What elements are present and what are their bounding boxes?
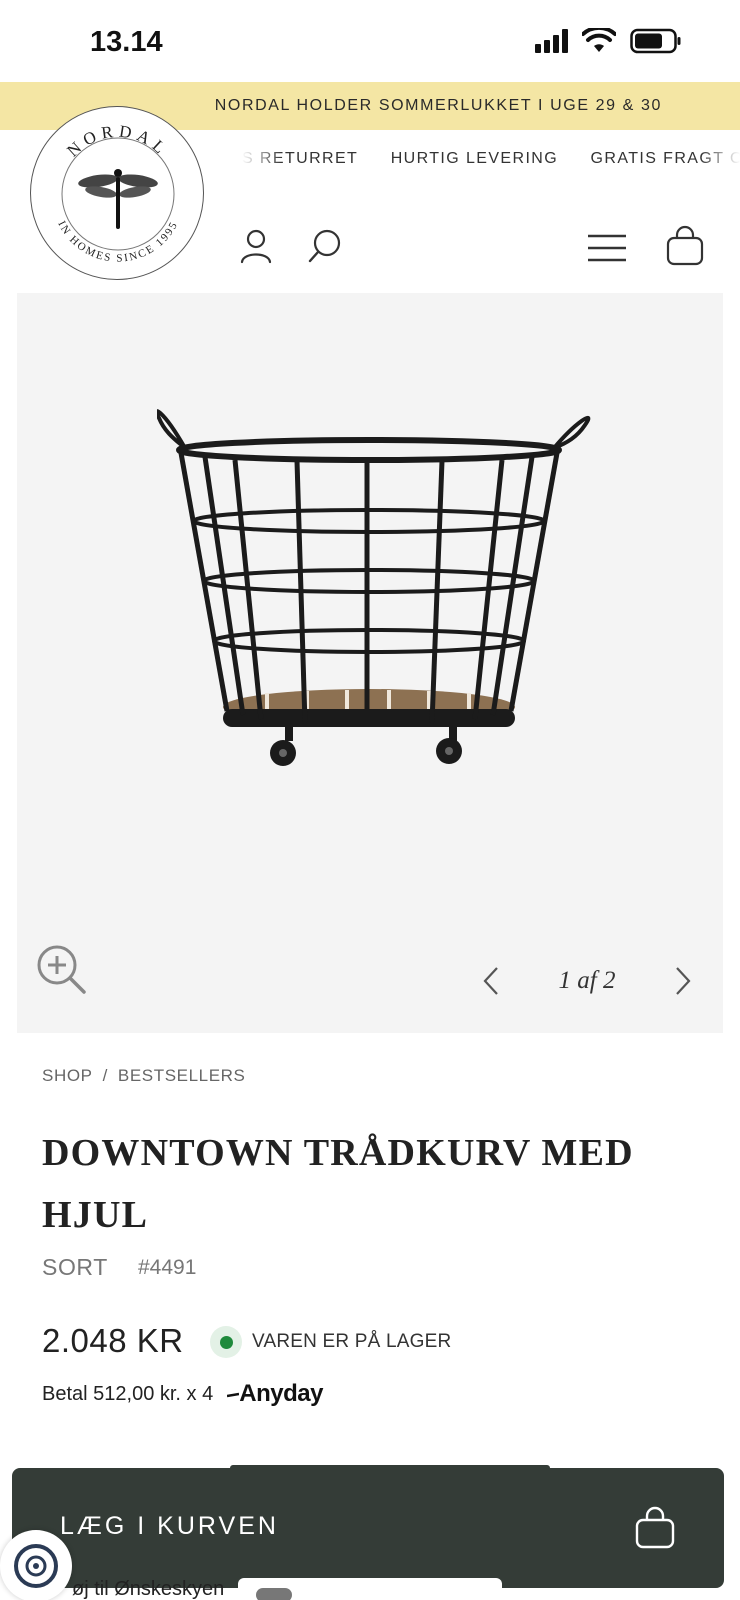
menu-icon[interactable]: [586, 230, 628, 266]
product-sku: #4491: [138, 1256, 197, 1279]
stock-status: VAREN ER PÅ LAGER: [210, 1326, 451, 1358]
product-title: DOWNTOWN TRÅDKURV MED HJUL: [42, 1132, 634, 1236]
svg-text:NORDAL: NORDAL: [63, 122, 172, 161]
usp-fast-delivery: HURTIG LEVERING: [390, 150, 559, 167]
anyday-logo-text: Anyday: [239, 1380, 323, 1407]
breadcrumb-shop[interactable]: SHOP: [42, 1066, 93, 1086]
shopping-bag-icon: [635, 1506, 675, 1549]
stock-status-text: VAREN ER PÅ LAGER: [252, 1331, 452, 1352]
zoom-in-icon: [37, 945, 86, 994]
breadcrumb-bestsellers[interactable]: BESTSELLERS: [118, 1066, 246, 1086]
wishlist-link[interactable]: øj til Ønskeskyen: [72, 1578, 224, 1600]
dragonfly-logo-icon: NORDAL IN HOMES SINCE 1995: [55, 122, 178, 265]
search-icon[interactable]: [305, 226, 345, 266]
usp-strip: S RETURRET HURTIG LEVERING GRATIS FRAGT …: [242, 150, 740, 180]
product-price: 2.048 KR: [42, 1322, 184, 1359]
image-pager: 1 af 2: [481, 965, 693, 997]
cellular-signal-icon: [535, 29, 568, 53]
status-time: 13.14: [90, 26, 163, 58]
status-bar: 13.14: [0, 0, 740, 82]
battery-icon: [630, 28, 681, 54]
chat-widget-button[interactable]: [0, 1530, 72, 1600]
account-icon[interactable]: [236, 226, 276, 266]
status-icons: [535, 28, 682, 54]
add-to-cart-button[interactable]: LÆG I KURVEN: [12, 1468, 724, 1588]
pager-text: 1 af 2: [558, 967, 616, 994]
zoom-button[interactable]: [35, 943, 87, 995]
in-stock-dot-icon: [210, 1326, 242, 1358]
anyday-swoosh-icon: [227, 1392, 240, 1397]
product-gallery[interactable]: 1 af 2: [17, 293, 723, 1033]
usp-fade-right: [700, 150, 740, 180]
chevron-left-icon[interactable]: [481, 965, 501, 997]
wifi-icon: [582, 28, 616, 52]
chat-widget-icon: [14, 1544, 58, 1588]
announcement-text: NORDAL HOLDER SOMMERLUKKET I UGE 29 & 30: [214, 97, 662, 114]
brand-logo[interactable]: NORDAL IN HOMES SINCE 1995: [30, 106, 204, 280]
add-to-cart-label: LÆG I KURVEN: [60, 1512, 279, 1540]
installment-info: Betal 512,00 kr. x 4 Anyday: [42, 1380, 323, 1408]
installment-text: Betal 512,00 kr. x 4: [42, 1382, 214, 1405]
breadcrumb-separator: /: [102, 1066, 108, 1085]
breadcrumb: SHOP / BESTSELLERS: [42, 1066, 245, 1086]
chevron-right-icon[interactable]: [673, 965, 693, 997]
product-image-wire-basket: [157, 409, 591, 766]
cloud-icon: [256, 1588, 292, 1600]
cart-icon[interactable]: [664, 224, 706, 268]
usp-fade-left: [242, 150, 282, 180]
product-variant: SORT: [42, 1254, 108, 1280]
logo-brand-text: NORDAL: [63, 122, 167, 161]
anyday-logo: Anyday: [227, 1380, 323, 1408]
